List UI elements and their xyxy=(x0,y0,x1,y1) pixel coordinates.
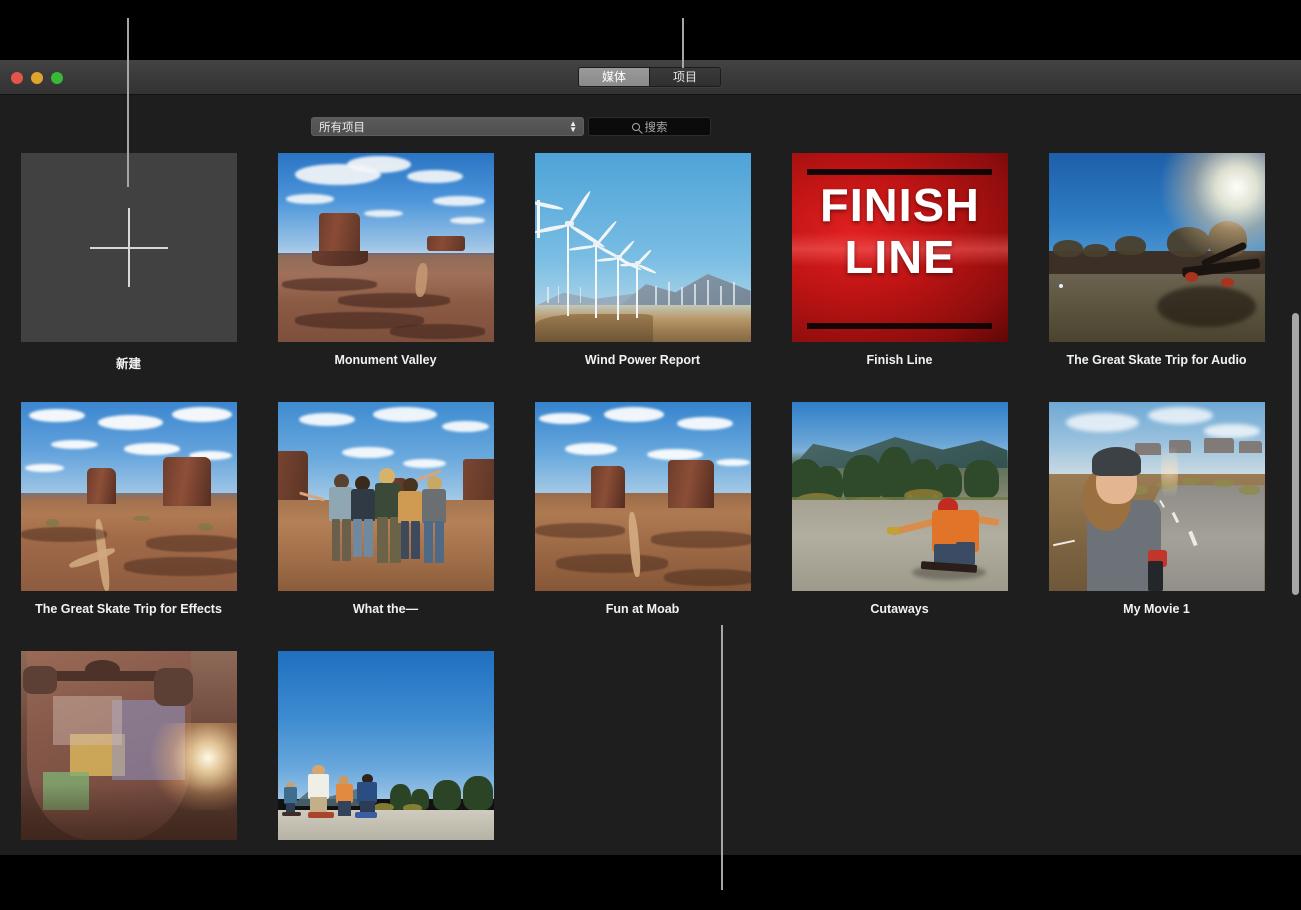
tab-media[interactable]: 媒体 xyxy=(579,68,649,86)
project-title: 新建 xyxy=(116,353,141,372)
project-title: Wind Power Report xyxy=(585,353,700,367)
imovie-window: 媒体 项目 所有项目 ▲▼ 搜索 xyxy=(0,60,1301,855)
project-tile-what-the[interactable]: What the— xyxy=(257,402,514,616)
project-title: My Movie 1 xyxy=(1123,602,1190,616)
thumbnail-image-cutaways xyxy=(792,402,1008,591)
project-title: Finish Line xyxy=(867,353,933,367)
project-title: Fun at Moab xyxy=(606,602,680,616)
projects-grid: 新建 xyxy=(0,153,1301,855)
chevron-updown-icon: ▲▼ xyxy=(569,121,577,133)
callout-line-new-project xyxy=(127,18,129,187)
project-thumbnail[interactable] xyxy=(535,402,751,591)
project-thumbnail[interactable] xyxy=(792,402,1008,591)
minimize-button[interactable] xyxy=(31,72,43,84)
callout-line-projects-tab xyxy=(682,18,684,68)
projects-row xyxy=(0,651,1301,851)
project-thumbnail[interactable] xyxy=(278,651,494,840)
project-tile-monument-valley[interactable]: Monument Valley xyxy=(257,153,514,372)
project-tile-finish-line[interactable]: FINISH LINE Finish Line xyxy=(771,153,1028,372)
project-thumbnail[interactable] xyxy=(535,153,751,342)
project-title: Cutaways xyxy=(870,602,928,616)
project-thumbnail[interactable] xyxy=(278,153,494,342)
project-tile-great-skate-trip-effects[interactable]: The Great Skate Trip for Effects xyxy=(0,402,257,616)
project-thumbnail[interactable]: FINISH LINE xyxy=(792,153,1008,342)
window-controls xyxy=(11,72,63,84)
projects-row: 新建 xyxy=(0,153,1301,372)
thumbnail-image-skate-deck xyxy=(21,651,237,840)
projects-row: The Great Skate Trip for Effects xyxy=(0,402,1301,616)
finish-line-title-line2: LINE xyxy=(792,231,1008,283)
close-button[interactable] xyxy=(11,72,23,84)
project-tile-row3-2[interactable] xyxy=(257,651,514,851)
project-title: What the— xyxy=(353,602,418,616)
project-title: Monument Valley xyxy=(334,353,436,367)
project-tile-row3-1[interactable] xyxy=(0,651,257,851)
project-thumbnail[interactable] xyxy=(1049,402,1265,591)
project-filter-dropdown[interactable]: 所有项目 ▲▼ xyxy=(311,117,584,136)
project-tile-wind-power-report[interactable]: Wind Power Report xyxy=(514,153,771,372)
window-titlebar: 媒体 项目 xyxy=(0,60,1301,95)
thumbnail-image-monument-valley xyxy=(278,153,494,342)
project-tile-my-movie-1[interactable]: My Movie 1 xyxy=(1028,402,1285,616)
thumbnail-image-finish-line: FINISH LINE xyxy=(792,153,1008,342)
zoom-button[interactable] xyxy=(51,72,63,84)
project-thumbnail[interactable] xyxy=(21,402,237,591)
search-input[interactable]: 搜索 xyxy=(588,117,711,136)
thumbnail-image-what-the xyxy=(278,402,494,591)
thumbnail-image-wind-power-report xyxy=(535,153,751,342)
thumbnail-image-great-skate-trip-audio xyxy=(1049,153,1265,342)
tab-projects[interactable]: 项目 xyxy=(650,68,720,86)
thumbnail-image-my-movie-1 xyxy=(1049,402,1265,591)
finish-line-title-line1: FINISH xyxy=(792,179,1008,231)
finish-line-bottom-bar xyxy=(807,323,993,329)
project-thumbnail[interactable] xyxy=(278,402,494,591)
search-placeholder: 搜索 xyxy=(645,119,668,135)
search-icon xyxy=(632,123,640,131)
thumbnail-image-group-walking xyxy=(278,651,494,840)
thumbnail-image-fun-at-moab xyxy=(535,402,751,591)
project-tile-fun-at-moab[interactable]: Fun at Moab xyxy=(514,402,771,616)
callout-line-fun-at-moab xyxy=(721,625,723,890)
project-filter-value: 所有项目 xyxy=(319,119,365,135)
thumbnail-image-great-skate-trip-effects xyxy=(21,402,237,591)
project-title: The Great Skate Trip for Audio xyxy=(1066,353,1246,367)
project-thumbnail[interactable] xyxy=(21,651,237,840)
project-tile-great-skate-trip-audio[interactable]: The Great Skate Trip for Audio xyxy=(1028,153,1285,372)
media-projects-segmented-control[interactable]: 媒体 项目 xyxy=(578,67,721,87)
vertical-scrollbar[interactable] xyxy=(1292,313,1299,595)
project-tile-cutaways[interactable]: Cutaways xyxy=(771,402,1028,616)
screen: 媒体 项目 所有项目 ▲▼ 搜索 xyxy=(0,0,1301,910)
project-title: The Great Skate Trip for Effects xyxy=(35,602,222,616)
project-thumbnail[interactable] xyxy=(1049,153,1265,342)
finish-line-top-bar xyxy=(807,169,993,175)
plus-icon-vertical xyxy=(128,208,130,287)
